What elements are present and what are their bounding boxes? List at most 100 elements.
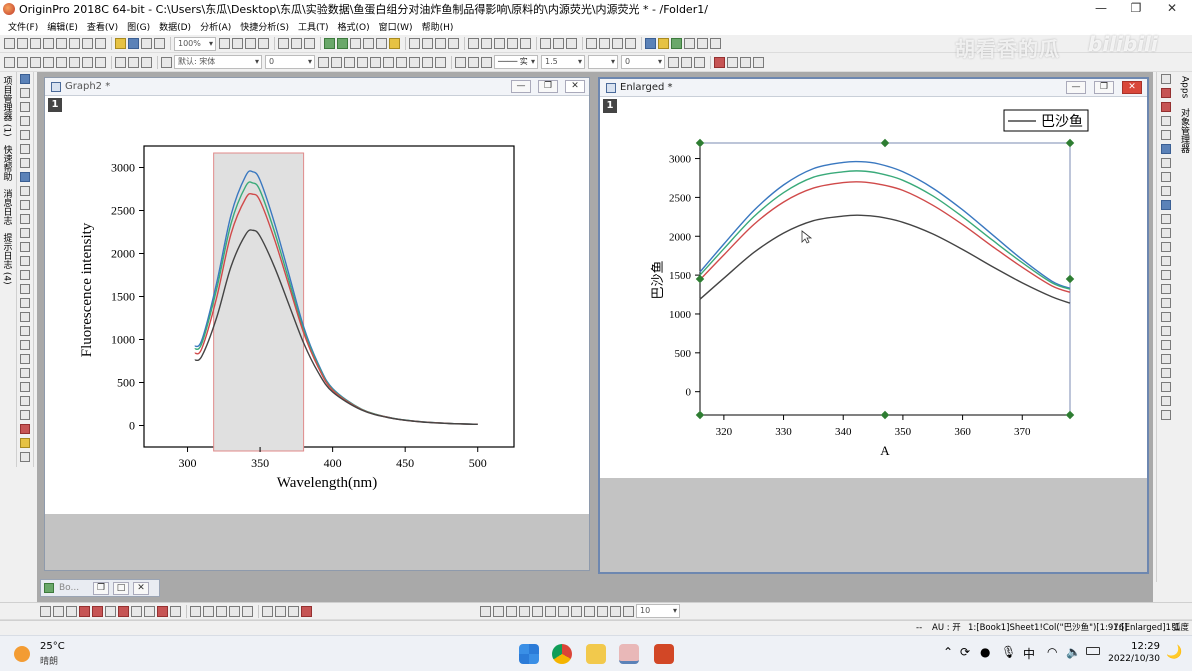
object-tools-icon[interactable] — [753, 56, 764, 68]
layout-icon-6[interactable] — [69, 56, 80, 68]
object-edit-icon-11[interactable] — [610, 605, 621, 617]
move-icon[interactable] — [740, 56, 751, 68]
new-matrix-icon[interactable] — [43, 38, 54, 49]
object-edit-icon-6[interactable] — [545, 605, 556, 617]
file-explorer-icon[interactable] — [586, 644, 606, 664]
align-horizontal-icon[interactable] — [1160, 298, 1171, 308]
reset-icon[interactable] — [727, 56, 738, 68]
menu-quick-analysis[interactable]: 快捷分析(S) — [240, 20, 289, 33]
font-size-select[interactable]: 0 — [265, 55, 315, 69]
next-icon[interactable] — [612, 38, 623, 49]
paste-icon[interactable] — [141, 56, 152, 68]
connector-icon[interactable] — [684, 38, 695, 49]
menu-data[interactable]: 数据(D) — [159, 20, 191, 33]
crop-icon[interactable] — [1160, 396, 1171, 406]
sort-icon[interactable] — [540, 38, 551, 49]
package-icon[interactable] — [671, 38, 682, 49]
weather-temp[interactable]: 25°C — [40, 641, 65, 652]
rescale-x-icon[interactable] — [1160, 88, 1171, 98]
freehand-icon[interactable] — [20, 326, 30, 336]
minimize-button[interactable]: — — [1083, 0, 1119, 18]
menu-graph[interactable]: 图(G) — [127, 20, 150, 33]
data-selector-icon[interactable] — [363, 38, 374, 49]
menu-edit[interactable]: 编辑(E) — [47, 20, 78, 33]
sync-icon[interactable]: ⟳ — [960, 645, 970, 659]
object-edit-icon-8[interactable] — [571, 605, 582, 617]
pie-plot-icon[interactable] — [118, 605, 129, 617]
wifi-icon[interactable]: ◠ — [1047, 645, 1057, 659]
calculator-icon[interactable] — [20, 452, 30, 462]
surface-plot-icon[interactable] — [190, 605, 201, 617]
tree-icon[interactable] — [697, 38, 708, 49]
minimized-workbook[interactable]: Bo... ❐ □ ✕ — [40, 579, 160, 597]
align-left-icon[interactable] — [1160, 228, 1171, 238]
stacked-plot-icon[interactable] — [105, 605, 116, 617]
new-project-icon[interactable] — [4, 38, 15, 49]
object-edit-icon-3[interactable] — [506, 605, 517, 617]
enlarged-legend[interactable]: 巴沙鱼 — [1003, 109, 1089, 132]
same-width-icon[interactable] — [1160, 312, 1171, 322]
tray-chevron-icon[interactable]: ⌃ — [943, 645, 953, 659]
object-edit-icon-9[interactable] — [584, 605, 595, 617]
minimized-maximize-button[interactable]: □ — [113, 581, 129, 595]
layout-icon-4[interactable] — [43, 56, 54, 68]
minimized-restore-button[interactable]: ❐ — [93, 581, 109, 595]
clock-date[interactable]: 2022/10/30 — [1108, 654, 1160, 664]
project-explorer-icon[interactable] — [337, 38, 348, 49]
grid-icon[interactable] — [668, 56, 679, 68]
scatter-plot-icon[interactable] — [53, 605, 64, 617]
pointer-tool-icon[interactable] — [20, 74, 30, 84]
align-icon[interactable] — [422, 56, 433, 68]
ime-indicator[interactable]: 中 — [1023, 645, 1035, 662]
prev-icon[interactable] — [599, 38, 610, 49]
export-icon[interactable] — [245, 38, 256, 49]
polar-plot-icon[interactable] — [229, 605, 240, 617]
rescale-y-icon[interactable] — [1160, 102, 1171, 112]
object-edit-icon-12[interactable] — [623, 605, 634, 617]
menu-view[interactable]: 查看(V) — [87, 20, 118, 33]
new-notes-icon[interactable] — [82, 38, 93, 49]
menu-window[interactable]: 窗口(W) — [379, 20, 413, 33]
object-edit-icon-7[interactable] — [558, 605, 569, 617]
subscript-icon[interactable] — [370, 56, 381, 68]
scale-in-icon[interactable] — [20, 130, 30, 140]
group-icon[interactable] — [1160, 172, 1171, 182]
messages-log-tab[interactable]: 消息日志 — [1, 189, 14, 225]
region-of-interest-icon[interactable] — [376, 38, 387, 49]
image-plot-icon[interactable] — [275, 605, 286, 617]
back-icon[interactable] — [1160, 214, 1171, 224]
cloud-icon[interactable] — [658, 38, 669, 49]
ungroup-icon[interactable] — [1160, 186, 1171, 196]
graph2-close-button[interactable]: ✕ — [565, 80, 585, 93]
menu-format[interactable]: 格式(O) — [338, 20, 370, 33]
layout-icon-1[interactable] — [4, 56, 15, 68]
duplicate-icon[interactable] — [232, 38, 243, 49]
object-icon[interactable] — [645, 38, 656, 49]
fill-color-icon[interactable] — [455, 56, 466, 68]
zoom-tool-icon[interactable] — [20, 88, 30, 98]
template-icon[interactable] — [170, 605, 181, 617]
layout-icon-2[interactable] — [17, 56, 28, 68]
insert-table-icon[interactable] — [20, 354, 30, 364]
graph2-titlebar[interactable]: Graph2 * — ❐ ✕ — [45, 78, 589, 96]
apps-icon[interactable] — [389, 38, 400, 49]
battery-icon[interactable] — [1086, 647, 1100, 655]
save-template-icon[interactable] — [141, 38, 152, 49]
ternary-plot-icon[interactable] — [216, 605, 227, 617]
align-right-icon[interactable] — [1160, 242, 1171, 252]
superscript-icon[interactable] — [357, 56, 368, 68]
object-manager-tab[interactable]: 对象管理器 — [1178, 108, 1191, 153]
line-symbol-plot-icon[interactable] — [66, 605, 77, 617]
underline-icon[interactable] — [344, 56, 355, 68]
symbol-select[interactable] — [588, 55, 618, 69]
code-builder-icon[interactable] — [304, 38, 315, 49]
graph2-plot[interactable]: 300 350 400 450 500050010001500200025003000 … — [45, 96, 589, 514]
qq-icon[interactable]: ● — [980, 645, 990, 659]
multi-panel-icon[interactable] — [242, 605, 253, 617]
layout-icon-8[interactable] — [95, 56, 106, 68]
lock-icon[interactable] — [1160, 354, 1171, 364]
front-icon[interactable] — [1160, 200, 1171, 210]
enlarged-window[interactable]: Enlarged * — ❐ ✕ 1 320 330 340 350 360 370 0 50… — [598, 77, 1149, 574]
menu-tools[interactable]: 工具(T) — [298, 20, 329, 33]
new-graph-icon[interactable] — [30, 38, 41, 49]
